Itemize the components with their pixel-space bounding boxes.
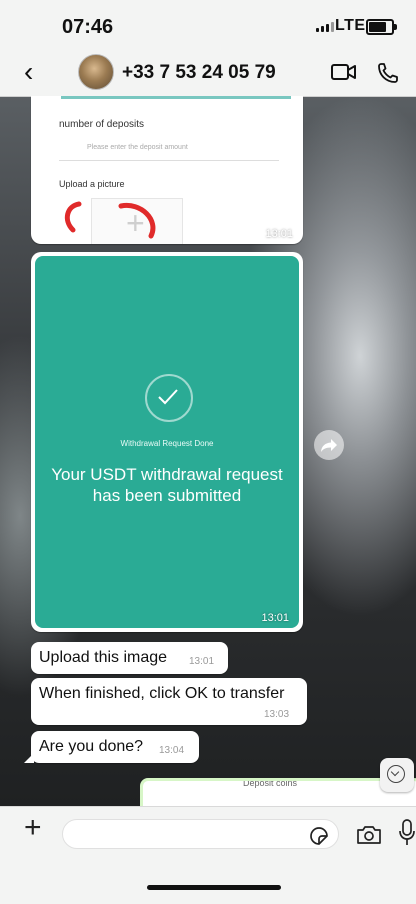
back-button[interactable]: ‹ [24, 58, 33, 86]
message-bubble[interactable]: When finished, click OK to transfer 13:0… [31, 678, 307, 725]
message-bubble[interactable]: Upload this image 13:01 [31, 642, 228, 674]
deposit-input-image: Please enter the deposit amount [59, 138, 279, 161]
message-time: 13:01 [265, 228, 293, 240]
camera-icon[interactable] [356, 824, 382, 846]
message-time: 13:04 [159, 745, 185, 756]
chat-header: ‹ +33 7 53 24 05 79 [0, 52, 416, 97]
forward-icon [321, 439, 337, 452]
withdrawal-message: Your USDT withdrawal request has been su… [51, 465, 283, 505]
contact-name[interactable]: +33 7 53 24 05 79 [122, 62, 276, 84]
status-time: 07:46 [62, 16, 114, 38]
forward-button[interactable] [314, 430, 344, 460]
message-time: 13:01 [261, 612, 289, 624]
status-bar: 07:46 LTE [0, 0, 416, 52]
avatar[interactable] [78, 54, 114, 90]
battery-icon [366, 19, 397, 35]
home-indicator[interactable] [147, 885, 281, 890]
image-top-line [61, 96, 291, 99]
chevron-down-icon [387, 765, 405, 783]
attach-plus-button[interactable]: + [24, 811, 42, 845]
red-annotation-mark [64, 201, 156, 239]
message-text: When finished, click OK to transfer [39, 685, 285, 702]
deposits-label: number of deposits [59, 119, 145, 130]
video-call-icon[interactable] [331, 62, 357, 82]
message-text: Are you done? [39, 738, 144, 755]
sticker-icon[interactable] [309, 826, 329, 846]
image-message-withdrawal[interactable]: Withdrawal Request Done Your USDT withdr… [31, 252, 303, 632]
image-message-form[interactable]: number of deposits Please enter the depo… [31, 96, 303, 244]
phone-call-icon[interactable] [376, 61, 400, 85]
microphone-icon[interactable] [399, 819, 415, 847]
message-bubble[interactable]: Are you done? 13:04 [24, 731, 199, 763]
scroll-down-button[interactable] [380, 758, 414, 792]
signal-icon [316, 22, 334, 32]
withdrawal-image: Withdrawal Request Done Your USDT withdr… [35, 256, 299, 628]
network-type: LTE [335, 17, 366, 34]
message-time: 13:01 [189, 656, 215, 667]
withdrawal-status: Withdrawal Request Done [120, 439, 214, 448]
deposit-placeholder: Please enter the deposit amount [87, 144, 188, 151]
sent-image-caption: Deposit coins [243, 778, 298, 788]
upload-label: Upload a picture [59, 179, 125, 189]
message-text: Upload this image [39, 649, 168, 666]
message-input[interactable] [62, 819, 339, 849]
check-icon [145, 374, 193, 422]
message-time: 13:03 [264, 709, 290, 720]
